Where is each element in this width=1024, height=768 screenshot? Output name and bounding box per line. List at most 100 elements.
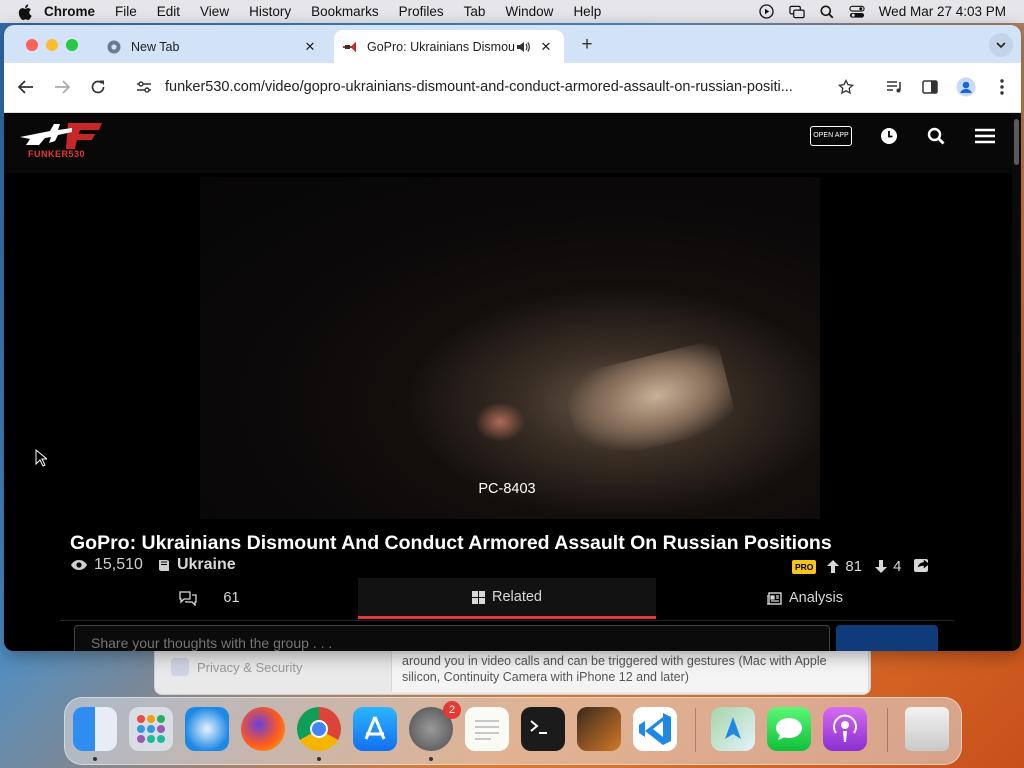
page-tabs: 61 Related Analysis [60, 578, 954, 621]
speaker-icon[interactable] [516, 41, 530, 53]
apple-icon[interactable] [18, 3, 34, 20]
arrow-up-icon [827, 560, 840, 573]
tab-analysis[interactable]: Analysis [656, 578, 954, 618]
close-tab-icon[interactable]: ✕ [538, 39, 554, 55]
hamburger-menu-icon[interactable] [974, 125, 996, 147]
bookmark-star-icon[interactable] [838, 79, 858, 95]
menu-bookmarks[interactable]: Bookmarks [311, 4, 379, 19]
arrow-down-icon [875, 560, 888, 573]
comment-input[interactable] [89, 634, 823, 651]
comment-field[interactable] [74, 625, 830, 651]
close-window-button[interactable] [26, 39, 38, 51]
tab-funker-video[interactable]: GoPro: Ukrainians Dismou ✕ [334, 30, 564, 63]
upvote-count: 81 [845, 558, 863, 575]
site-settings-icon[interactable] [136, 80, 156, 94]
menu-app-name[interactable]: Chrome [44, 4, 95, 19]
notification-badge: 2 [443, 701, 461, 719]
history-clock-icon[interactable] [878, 125, 900, 147]
post-comment-button[interactable] [836, 625, 938, 651]
podcasts-icon[interactable] [823, 707, 867, 751]
menubar-clock[interactable]: Wed Mar 27 4:03 PM [879, 4, 1006, 19]
chrome-app-icon[interactable] [297, 707, 341, 751]
garageband-icon[interactable] [577, 707, 621, 751]
new-tab-button[interactable]: + [576, 34, 598, 56]
maps-icon[interactable] [711, 707, 755, 751]
search-icon[interactable] [925, 125, 947, 147]
menu-view[interactable]: View [200, 4, 229, 19]
media-control-icon[interactable] [884, 77, 904, 97]
menu-edit[interactable]: Edit [157, 4, 180, 19]
page-scrollbar[interactable] [1012, 113, 1021, 651]
running-indicator [93, 757, 97, 761]
play-icon[interactable] [759, 4, 775, 19]
app-store-icon[interactable] [353, 707, 397, 751]
safari-icon[interactable] [185, 707, 229, 751]
pro-badge: PRO [792, 559, 817, 574]
comments-count: 61 [223, 590, 240, 606]
terminal-icon[interactable] [521, 707, 565, 751]
upvote-button[interactable]: 81 [826, 558, 862, 575]
sidebar-item-privacy[interactable]: Privacy & Security [171, 658, 302, 676]
vscode-icon[interactable] [633, 707, 677, 751]
running-indicator [317, 757, 321, 761]
tab-new-tab[interactable]: New Tab ✕ [98, 30, 328, 63]
video-player[interactable]: PC-8403 [60, 173, 954, 519]
browser-window: New Tab ✕ GoPro: Ukrainians Dismou ✕ + f… [4, 25, 1021, 651]
messages-icon[interactable] [767, 707, 811, 751]
kebab-menu-icon[interactable] [992, 77, 1012, 97]
side-panel-icon[interactable] [920, 77, 940, 97]
video-meta: 15,510 Ukraine [70, 556, 236, 574]
menu-profiles[interactable]: Profiles [399, 4, 444, 19]
minimize-window-button[interactable] [46, 39, 58, 51]
back-arrow-icon[interactable] [16, 77, 36, 97]
menu-tab[interactable]: Tab [464, 4, 486, 19]
running-indicator [429, 757, 433, 761]
menu-file[interactable]: File [115, 4, 137, 19]
book-icon [158, 560, 169, 571]
screen-mirroring-icon[interactable] [789, 5, 805, 19]
finder-icon[interactable] [73, 707, 117, 751]
dock-separator [695, 708, 696, 752]
site-header: FUNKER530 OPEN APP [4, 113, 1012, 173]
menu-help[interactable]: Help [573, 4, 601, 19]
launchpad-icon[interactable] [129, 707, 173, 751]
close-tab-icon[interactable]: ✕ [302, 39, 318, 55]
address-bar[interactable]: funker530.com/video/gopro-ukrainians-dis… [124, 70, 864, 104]
menu-history[interactable]: History [249, 4, 291, 19]
video-subject-hand [475, 402, 525, 442]
video-frame [200, 177, 820, 519]
hand-icon [171, 658, 189, 676]
eye-icon [71, 560, 87, 570]
category-link[interactable]: Ukraine [157, 556, 236, 574]
menu-bar: Chrome File Edit View History Bookmarks … [0, 0, 1024, 23]
url-text[interactable]: funker530.com/video/gopro-ukrainians-dis… [165, 79, 830, 95]
reload-icon[interactable] [88, 77, 108, 97]
menu-window[interactable]: Window [505, 4, 553, 19]
firefox-icon[interactable] [241, 707, 285, 751]
tab-title: New Tab [131, 39, 180, 54]
textedit-icon[interactable] [465, 707, 509, 751]
open-app-button[interactable]: OPEN APP [810, 126, 852, 146]
sidebar-item-label: Privacy & Security [197, 659, 303, 675]
newspaper-icon [767, 591, 782, 605]
share-icon[interactable] [913, 556, 931, 577]
comments-icon [179, 591, 198, 606]
profile-avatar-icon[interactable] [956, 77, 976, 97]
tab-related[interactable]: Related [358, 578, 656, 619]
vote-bar: PRO 81 4 [792, 556, 931, 577]
scrollbar-thumb[interactable] [1014, 119, 1019, 165]
settings-pane: around you in video calls and can be tri… [391, 650, 869, 692]
tab-title: GoPro: Ukrainians Dismou [367, 39, 515, 54]
chrome-icon [106, 39, 122, 55]
mouse-cursor-icon [35, 449, 47, 467]
downvote-button[interactable]: 4 [874, 558, 901, 575]
tab-search-chevron-icon[interactable] [989, 33, 1013, 57]
trash-icon[interactable] [905, 707, 949, 751]
control-center-icon[interactable] [849, 5, 865, 19]
zoom-window-button[interactable] [66, 39, 78, 51]
funker530-logo[interactable]: FUNKER530 [20, 119, 106, 163]
video-title: GoPro: Ukrainians Dismount And Conduct A… [70, 532, 832, 554]
tab-comments[interactable]: 61 [60, 578, 358, 618]
forward-arrow-icon[interactable] [52, 77, 72, 97]
spotlight-search-icon[interactable] [819, 5, 835, 19]
